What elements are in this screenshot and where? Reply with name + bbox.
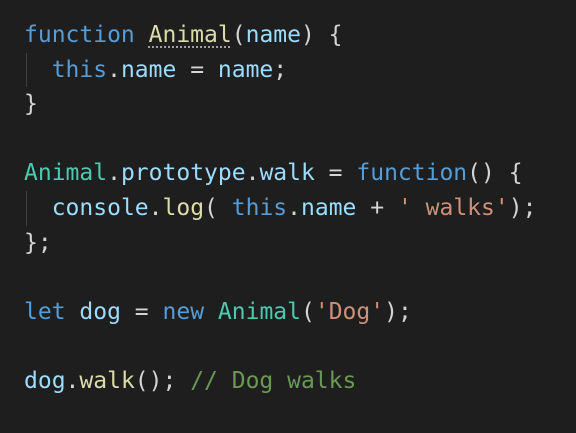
code-token: log	[162, 194, 205, 221]
code-token: .	[245, 160, 260, 187]
code-token: name	[120, 56, 177, 83]
code-token: .	[287, 194, 301, 221]
code-block[interactable]: function Animal(name) { this.name = name…	[24, 18, 536, 399]
indent-guide	[26, 52, 27, 88]
code-token: ();	[134, 367, 191, 394]
code-token: this	[231, 194, 288, 221]
code-editor[interactable]: function Animal(name) { this.name = name…	[0, 0, 576, 433]
code-token: new	[162, 298, 205, 325]
code-token: let	[24, 298, 66, 325]
code-token: function	[24, 22, 135, 48]
indent-guide	[26, 190, 27, 226]
code-token: this	[51, 56, 108, 83]
code-token: walk	[79, 367, 135, 394]
code-token: function	[356, 160, 468, 187]
code-token: .	[107, 160, 121, 187]
code-line: function Animal(name) {	[24, 18, 536, 53]
code-token: );	[384, 298, 412, 325]
code-token: dog	[24, 367, 66, 394]
code-token: ) {	[300, 22, 343, 48]
code-token: =	[176, 56, 218, 83]
code-token: (	[204, 194, 232, 221]
code-line: };	[24, 226, 536, 261]
code-token: walk	[259, 160, 315, 187]
code-token: +	[356, 194, 398, 221]
code-token: (	[301, 298, 315, 325]
code-token: );	[508, 194, 537, 221]
code-token: name	[301, 194, 357, 221]
code-line: let dog = new Animal('Dog');	[24, 295, 536, 330]
code-token: =	[120, 298, 163, 325]
code-token: name	[217, 56, 274, 83]
code-token: dog	[79, 298, 121, 325]
code-token: 'Dog'	[314, 298, 385, 325]
code-line: this.name = name;	[24, 52, 536, 88]
code-token: Animal	[217, 298, 301, 325]
code-token: ;	[273, 56, 288, 83]
code-token: name	[245, 22, 301, 48]
code-token: };	[24, 229, 52, 256]
code-token: (	[231, 22, 246, 48]
code-token: .	[107, 56, 121, 83]
code-token: ' walks'	[397, 194, 509, 221]
code-token: .	[65, 367, 80, 394]
code-line: Animal.prototype.walk = function() {	[24, 156, 536, 191]
code-token: =	[314, 160, 357, 187]
code-token: prototype	[120, 160, 246, 187]
code-token: Animal	[24, 160, 108, 187]
code-line: }	[24, 87, 536, 122]
code-token: }	[24, 91, 38, 118]
code-token: // Dog walks	[190, 367, 357, 394]
code-line: console.log( this.name + ' walks');	[24, 190, 537, 226]
code-token: () {	[467, 160, 523, 187]
code-token: Animal	[148, 22, 232, 48]
code-token: .	[148, 194, 163, 221]
code-token: console	[51, 194, 149, 221]
code-line: dog.walk(); // Dog walks	[24, 364, 536, 399]
